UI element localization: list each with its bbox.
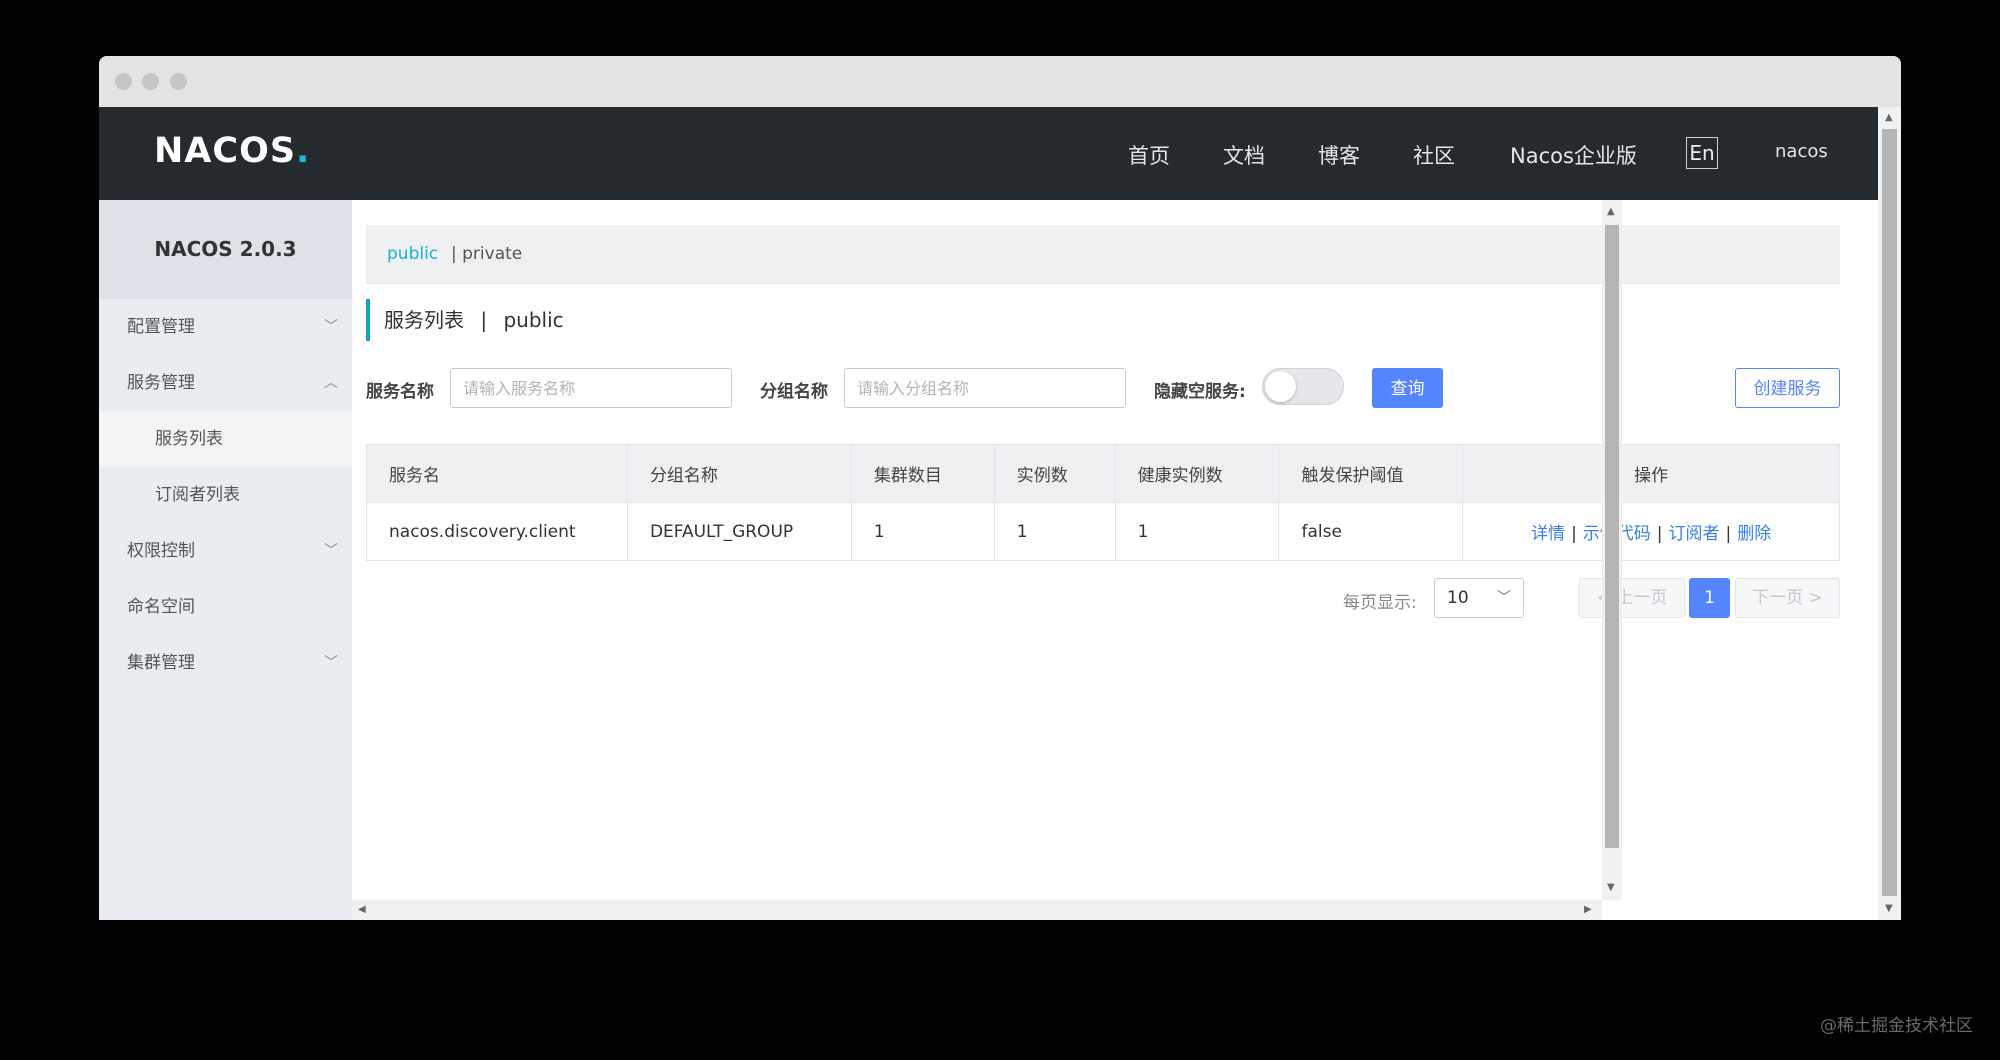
hide-empty-toggle[interactable] xyxy=(1262,368,1344,405)
sidebar-item-subscriber-list[interactable]: 订阅者列表 xyxy=(99,467,352,523)
toggle-knob xyxy=(1265,371,1296,402)
chevron-down-icon: ﹀ xyxy=(1497,590,1511,606)
namespace-private[interactable]: | private xyxy=(451,244,522,264)
sidebar-item-cluster[interactable]: 集群管理 ﹀ xyxy=(99,635,352,691)
scrollbar-thumb[interactable] xyxy=(1605,225,1619,848)
sidebar-item-permission[interactable]: 权限控制 ﹀ xyxy=(99,523,352,579)
language-switch-button[interactable]: En xyxy=(1686,137,1718,169)
sidebar-item-service-list[interactable]: 服务列表 xyxy=(99,411,352,467)
sidebar-item-label: 订阅者列表 xyxy=(155,485,240,505)
nav-docs[interactable]: 文档 xyxy=(1223,140,1265,170)
outer-vertical-scrollbar[interactable]: ▲ ▼ xyxy=(1878,107,1901,920)
browser-window: NACOS. 首页 文档 博客 社区 Nacos企业版 En nacos NAC… xyxy=(99,56,1901,920)
sidebar-item-label: 命名空间 xyxy=(127,597,195,617)
group-name-input[interactable] xyxy=(844,368,1126,408)
scroll-down-icon[interactable]: ▼ xyxy=(1607,883,1615,893)
op-separator: | xyxy=(1725,524,1732,544)
page-title-namespace: public xyxy=(503,308,564,332)
chevron-up-icon: ︿ xyxy=(324,375,338,391)
cell-cluster-count: 1 xyxy=(850,502,995,561)
scrollbar-thumb[interactable] xyxy=(1882,129,1897,896)
col-cluster-count: 集群数目 xyxy=(850,444,995,503)
main-panel: public | private 服务列表 | public 服务名称 分组名称… xyxy=(352,200,1878,920)
col-service-name: 服务名 xyxy=(366,444,628,503)
sidebar-item-label: 集群管理 xyxy=(127,653,195,673)
nav-home[interactable]: 首页 xyxy=(1128,140,1170,170)
scroll-left-icon[interactable]: ◀ xyxy=(358,905,366,915)
prev-page-label: 上一页 xyxy=(1616,588,1668,608)
cell-service-name: nacos.discovery.client xyxy=(366,502,628,561)
col-group-name: 分组名称 xyxy=(626,444,852,503)
subscribers-link[interactable]: 订阅者 xyxy=(1669,524,1720,544)
next-page-button[interactable]: 下一页 > xyxy=(1735,578,1840,618)
chevron-down-icon: ﹀ xyxy=(324,319,338,335)
page-title-main: 服务列表 xyxy=(384,308,464,332)
window-minimize-button[interactable] xyxy=(142,73,159,90)
chevron-down-icon: ﹀ xyxy=(324,543,338,559)
inner-vertical-scrollbar[interactable]: ▲ ▼ xyxy=(1602,200,1622,900)
nav-enterprise[interactable]: Nacos企业版 xyxy=(1510,140,1637,170)
col-healthy-count: 健康实例数 xyxy=(1114,444,1280,503)
create-service-button[interactable]: 创建服务 xyxy=(1735,368,1840,408)
scroll-down-icon[interactable]: ▼ xyxy=(1885,904,1893,914)
prev-page-button[interactable]: < 上一页 xyxy=(1579,578,1685,618)
nav-blog[interactable]: 博客 xyxy=(1318,140,1360,170)
page-size-value: 10 xyxy=(1447,588,1469,608)
sidebar-item-config[interactable]: 配置管理 ﹀ xyxy=(99,299,352,355)
sidebar-item-namespace[interactable]: 命名空间 xyxy=(99,579,352,635)
cell-instance-count: 1 xyxy=(993,502,1116,561)
watermark: @稀土掘金技术社区 xyxy=(1820,1016,1973,1036)
next-page-label: 下一页 xyxy=(1752,588,1804,608)
hide-empty-label: 隐藏空服务: xyxy=(1154,382,1246,402)
window-maximize-button[interactable] xyxy=(170,73,187,90)
cell-protect-threshold: false xyxy=(1278,502,1464,561)
sidebar-item-label: 配置管理 xyxy=(127,317,195,337)
delete-link[interactable]: 删除 xyxy=(1737,524,1771,544)
page-title: 服务列表 | public xyxy=(366,299,564,341)
service-name-input[interactable] xyxy=(450,368,732,408)
service-name-label: 服务名称 xyxy=(366,382,434,402)
page-size-select[interactable]: 10 ﹀ xyxy=(1434,578,1524,618)
group-name-label: 分组名称 xyxy=(760,382,828,402)
nav-community[interactable]: 社区 xyxy=(1413,140,1455,170)
cell-group-name: DEFAULT_GROUP xyxy=(626,502,852,561)
page-size-label: 每页显示: xyxy=(1343,593,1417,613)
cell-operations: 详情|示例代码|订阅者|删除 xyxy=(1462,502,1840,561)
sidebar-item-service-management[interactable]: 服务管理 ︿ xyxy=(99,355,352,411)
col-protect-threshold: 触发保护阈值 xyxy=(1278,444,1464,503)
query-button[interactable]: 查询 xyxy=(1372,368,1443,408)
nacos-logo[interactable]: NACOS. xyxy=(154,131,310,171)
sidebar-item-label: 权限控制 xyxy=(127,541,195,561)
app-content: NACOS. 首页 文档 博客 社区 Nacos企业版 En nacos NAC… xyxy=(99,107,1878,920)
logo-text: NACOS xyxy=(154,131,297,171)
logo-dot: . xyxy=(296,131,311,171)
page-1-button[interactable]: 1 xyxy=(1689,578,1730,618)
chevron-down-icon: ﹀ xyxy=(324,655,338,671)
user-menu[interactable]: nacos xyxy=(1775,141,1828,162)
window-titlebar xyxy=(99,56,1901,107)
sidebar: NACOS 2.0.3 配置管理 ﹀ 服务管理 ︿ 服务列表 订阅者列表 权限控… xyxy=(99,200,352,920)
col-instance-count: 实例数 xyxy=(993,444,1116,503)
scroll-up-icon[interactable]: ▲ xyxy=(1607,207,1615,217)
top-navbar: NACOS. 首页 文档 博客 社区 Nacos企业版 En nacos xyxy=(99,107,1878,200)
col-operations: 操作 xyxy=(1462,444,1840,503)
op-separator: | xyxy=(1571,524,1577,544)
window-close-button[interactable] xyxy=(115,73,132,90)
sidebar-title: NACOS 2.0.3 xyxy=(99,200,352,299)
sidebar-item-label: 服务管理 xyxy=(127,373,195,393)
chevron-right-icon: > xyxy=(1808,588,1823,608)
scroll-right-icon[interactable]: ▶ xyxy=(1584,905,1592,915)
page-title-separator: | xyxy=(480,308,488,332)
horizontal-scrollbar[interactable]: ◀ ▶ xyxy=(352,900,1602,920)
namespace-public[interactable]: public xyxy=(387,244,438,264)
op-separator: | xyxy=(1656,524,1663,544)
sidebar-item-label: 服务列表 xyxy=(155,429,223,449)
scroll-up-icon[interactable]: ▲ xyxy=(1885,113,1893,123)
detail-link[interactable]: 详情 xyxy=(1531,524,1565,544)
cell-healthy-count: 1 xyxy=(1114,502,1280,561)
